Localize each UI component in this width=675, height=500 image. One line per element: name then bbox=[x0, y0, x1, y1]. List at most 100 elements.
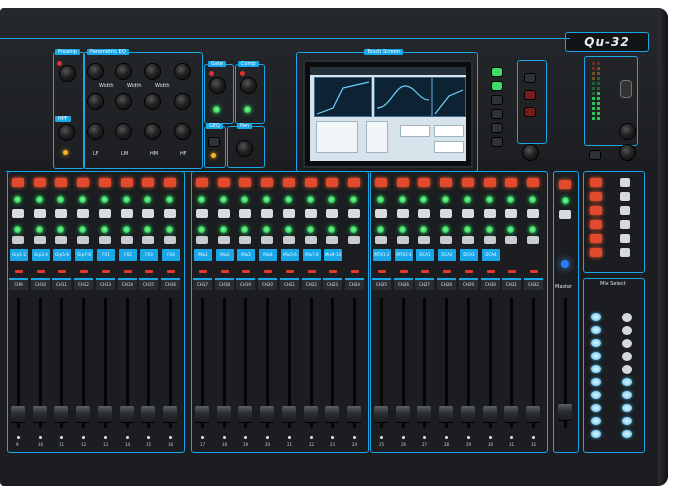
mute-button[interactable] bbox=[12, 178, 24, 187]
screen-function-button[interactable] bbox=[492, 110, 502, 118]
select-button[interactable] bbox=[348, 236, 360, 244]
talkback-knob[interactable] bbox=[620, 145, 635, 160]
eq-knob[interactable] bbox=[88, 94, 103, 109]
mix-softkey-led-button[interactable] bbox=[590, 220, 602, 229]
mute-button[interactable] bbox=[418, 178, 430, 187]
mute-button[interactable] bbox=[99, 178, 111, 187]
select-button[interactable] bbox=[142, 236, 154, 244]
mute-button[interactable] bbox=[77, 178, 89, 187]
eq-knob[interactable] bbox=[145, 124, 160, 139]
mix-softkey-button[interactable] bbox=[620, 192, 630, 201]
pafl-button[interactable] bbox=[261, 209, 273, 218]
channel-fader[interactable] bbox=[195, 406, 209, 422]
mute-button[interactable] bbox=[121, 178, 133, 187]
mix-select-aux-button[interactable] bbox=[622, 313, 632, 322]
mute-button[interactable] bbox=[196, 178, 208, 187]
channel-fader[interactable] bbox=[439, 406, 453, 422]
pafl-button[interactable] bbox=[505, 209, 517, 218]
pafl-button[interactable] bbox=[77, 209, 89, 218]
channel-fader[interactable] bbox=[120, 406, 134, 422]
pafl-button[interactable] bbox=[283, 209, 295, 218]
phones-knob[interactable] bbox=[620, 124, 635, 139]
mix-softkey-button[interactable] bbox=[620, 234, 630, 243]
select-button[interactable] bbox=[462, 236, 474, 244]
mute-button[interactable] bbox=[164, 178, 176, 187]
channel-fader[interactable] bbox=[526, 406, 540, 422]
select-button[interactable] bbox=[12, 236, 24, 244]
mix-softkey-led-button[interactable] bbox=[590, 234, 602, 243]
mute-button[interactable] bbox=[239, 178, 251, 187]
select-button[interactable] bbox=[484, 236, 496, 244]
screen-widget[interactable] bbox=[316, 121, 358, 153]
eq-knob[interactable] bbox=[175, 124, 190, 139]
mix-select-aux-button[interactable] bbox=[622, 339, 632, 348]
select-button[interactable] bbox=[505, 236, 517, 244]
pafl-button[interactable] bbox=[196, 209, 208, 218]
screen-widget[interactable] bbox=[366, 121, 388, 153]
mute-button[interactable] bbox=[348, 178, 360, 187]
pafl-button[interactable] bbox=[121, 209, 133, 218]
mix-select-button[interactable] bbox=[591, 352, 601, 360]
channel-fader[interactable] bbox=[141, 406, 155, 422]
eq-knob[interactable] bbox=[175, 94, 190, 109]
mix-select-aux-button[interactable] bbox=[622, 352, 632, 361]
channel-fader[interactable] bbox=[98, 406, 112, 422]
mix-softkey-button[interactable] bbox=[620, 178, 630, 187]
mix-select-aux-button[interactable] bbox=[622, 417, 632, 425]
master-pafl-button[interactable] bbox=[559, 210, 571, 219]
channel-fader[interactable] bbox=[54, 406, 68, 422]
screen-function-button[interactable] bbox=[492, 96, 502, 104]
pafl-button[interactable] bbox=[239, 209, 251, 218]
screen-function-button[interactable] bbox=[492, 82, 502, 90]
channel-fader[interactable] bbox=[304, 406, 318, 422]
select-button[interactable] bbox=[218, 236, 230, 244]
channel-fader[interactable] bbox=[238, 406, 252, 422]
screen-rotary-knob[interactable] bbox=[523, 145, 538, 160]
scene-button[interactable] bbox=[525, 108, 535, 116]
mute-button[interactable] bbox=[462, 178, 474, 187]
master-mute-button[interactable] bbox=[559, 180, 571, 189]
mix-select-button[interactable] bbox=[591, 378, 601, 386]
channel-fader[interactable] bbox=[347, 406, 361, 422]
select-button[interactable] bbox=[375, 236, 387, 244]
master-fader[interactable] bbox=[558, 404, 572, 420]
mute-button[interactable] bbox=[397, 178, 409, 187]
mute-button[interactable] bbox=[305, 178, 317, 187]
select-button[interactable] bbox=[397, 236, 409, 244]
mute-button[interactable] bbox=[142, 178, 154, 187]
touch-screen[interactable] bbox=[303, 60, 473, 168]
pan-knob[interactable] bbox=[237, 141, 252, 156]
select-button[interactable] bbox=[77, 236, 89, 244]
pafl-button[interactable] bbox=[55, 209, 67, 218]
mix-select-aux-button[interactable] bbox=[622, 326, 632, 335]
pafl-button[interactable] bbox=[418, 209, 430, 218]
select-button[interactable] bbox=[121, 236, 133, 244]
channel-fader[interactable] bbox=[504, 406, 518, 422]
channel-fader[interactable] bbox=[163, 406, 177, 422]
select-button[interactable] bbox=[196, 236, 208, 244]
channel-fader[interactable] bbox=[374, 406, 388, 422]
pafl-button[interactable] bbox=[375, 209, 387, 218]
mix-select-aux-button[interactable] bbox=[622, 378, 632, 386]
mute-button[interactable] bbox=[261, 178, 273, 187]
channel-fader[interactable] bbox=[325, 406, 339, 422]
mute-button[interactable] bbox=[375, 178, 387, 187]
mix-softkey-led-button[interactable] bbox=[590, 206, 602, 215]
screen-function-button[interactable] bbox=[492, 138, 502, 146]
select-button[interactable] bbox=[239, 236, 251, 244]
select-button[interactable] bbox=[440, 236, 452, 244]
pafl-button[interactable] bbox=[305, 209, 317, 218]
channel-fader[interactable] bbox=[282, 406, 296, 422]
channel-fader[interactable] bbox=[260, 406, 274, 422]
mix-softkey-button[interactable] bbox=[620, 206, 630, 215]
mix-select-button[interactable] bbox=[591, 339, 601, 347]
hpf-knob[interactable] bbox=[59, 125, 74, 140]
select-button[interactable] bbox=[326, 236, 338, 244]
mute-button[interactable] bbox=[283, 178, 295, 187]
eq-knob[interactable] bbox=[116, 124, 131, 139]
select-button[interactable] bbox=[164, 236, 176, 244]
pafl-button[interactable] bbox=[218, 209, 230, 218]
mix-select-button[interactable] bbox=[591, 417, 601, 425]
mix-select-aux-button[interactable] bbox=[622, 365, 632, 374]
screen-widget[interactable] bbox=[434, 141, 464, 153]
